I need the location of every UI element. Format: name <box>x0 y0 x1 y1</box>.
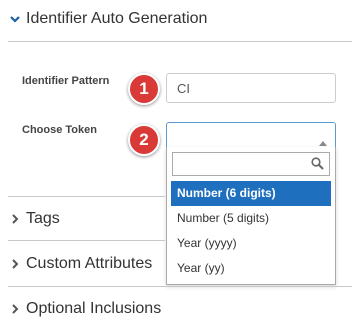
section-identifier-auto-generation[interactable]: Identifier Auto Generation <box>10 7 207 31</box>
search-icon <box>311 157 324 175</box>
section-tags[interactable]: Tags <box>10 207 60 231</box>
callout-badge-2: 2 <box>128 124 160 156</box>
section-title: Tags <box>26 210 60 227</box>
dropdown-option-number-5-digits[interactable]: Number (5 digits) <box>171 206 331 231</box>
chevron-right-icon <box>10 259 20 269</box>
section-custom-attributes[interactable]: Custom Attributes <box>10 252 152 276</box>
dropdown-options: Number (6 digits) Number (5 digits) Year… <box>171 181 331 281</box>
section-optional-inclusions[interactable]: Optional Inclusions <box>10 297 161 321</box>
identifier-pattern-label: Identifier Pattern <box>22 75 110 87</box>
identifier-pattern-input[interactable] <box>166 73 336 103</box>
chevron-down-icon <box>10 14 20 24</box>
token-dropdown: Number (6 digits) Number (5 digits) Year… <box>166 147 336 285</box>
chevron-right-icon <box>10 214 20 224</box>
choose-token-select[interactable] <box>166 122 336 148</box>
chevron-right-icon <box>10 304 20 314</box>
section-divider <box>8 240 165 241</box>
section-divider <box>8 286 352 287</box>
dropdown-search-input[interactable] <box>177 154 311 176</box>
section-title: Custom Attributes <box>26 255 153 272</box>
section-divider <box>8 41 352 42</box>
dropdown-option-year-yy[interactable]: Year (yy) <box>171 256 331 281</box>
callout-badge-1: 1 <box>128 73 160 105</box>
dropdown-option-year-yyyy[interactable]: Year (yyyy) <box>171 231 331 256</box>
section-divider <box>8 196 165 197</box>
section-title: Identifier Auto Generation <box>26 10 208 27</box>
choose-token-label: Choose Token <box>22 124 97 136</box>
dropdown-search-box <box>172 152 330 176</box>
section-title: Optional Inclusions <box>26 300 162 317</box>
dropdown-option-number-6-digits[interactable]: Number (6 digits) <box>171 181 331 206</box>
